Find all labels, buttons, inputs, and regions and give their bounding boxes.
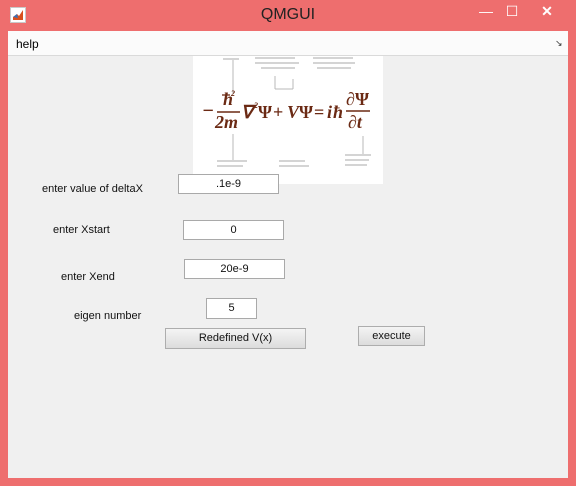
- xstart-field[interactable]: 0: [183, 220, 284, 240]
- title-bar: QMGUI — ☐ ✕: [0, 0, 576, 30]
- svg-text:∂: ∂: [346, 89, 355, 109]
- svg-text:i: i: [327, 102, 332, 122]
- svg-text:2m: 2m: [214, 112, 238, 132]
- xend-label: enter Xend: [61, 271, 115, 283]
- dock-icon[interactable]: ↘: [555, 38, 563, 49]
- menu-bar: help ↘: [8, 31, 568, 56]
- eigen-number-field[interactable]: 5: [206, 298, 257, 319]
- svg-text:Ψ: Ψ: [299, 102, 313, 122]
- xstart-label: enter Xstart: [53, 224, 110, 236]
- svg-text:Ψ: Ψ: [355, 89, 369, 109]
- maximize-button[interactable]: ☐: [499, 0, 525, 22]
- svg-text:=: =: [314, 102, 324, 122]
- deltax-field[interactable]: .1e-9: [178, 174, 279, 194]
- svg-text:Ψ: Ψ: [258, 102, 272, 122]
- svg-text:−: −: [202, 100, 214, 122]
- execute-button[interactable]: execute: [358, 326, 425, 346]
- schrodinger-equation-image: − h 2 2m ∇ 2 Ψ + V Ψ = i ħ ∂ Ψ ∂t: [193, 56, 383, 184]
- figure-window: help ↘ − h 2 2m ∇ 2 Ψ + V Ψ = i ħ ∂ Ψ ∂t…: [8, 31, 568, 478]
- eigen-number-label: eigen number: [74, 310, 142, 322]
- svg-text:+: +: [273, 102, 283, 122]
- menu-help[interactable]: help: [16, 37, 39, 51]
- equation-svg: − h 2 2m ∇ 2 Ψ + V Ψ = i ħ ∂ Ψ ∂t: [202, 57, 371, 167]
- close-button[interactable]: ✕: [527, 0, 567, 22]
- deltax-label: enter value of deltaX: [42, 183, 143, 195]
- redefine-vx-button[interactable]: Redefined V(x): [165, 328, 306, 349]
- svg-text:ħ: ħ: [333, 102, 343, 122]
- xend-field[interactable]: 20e-9: [184, 259, 285, 279]
- minimize-button[interactable]: —: [473, 0, 499, 22]
- svg-text:2: 2: [230, 89, 235, 98]
- svg-text:∂t: ∂t: [348, 112, 363, 132]
